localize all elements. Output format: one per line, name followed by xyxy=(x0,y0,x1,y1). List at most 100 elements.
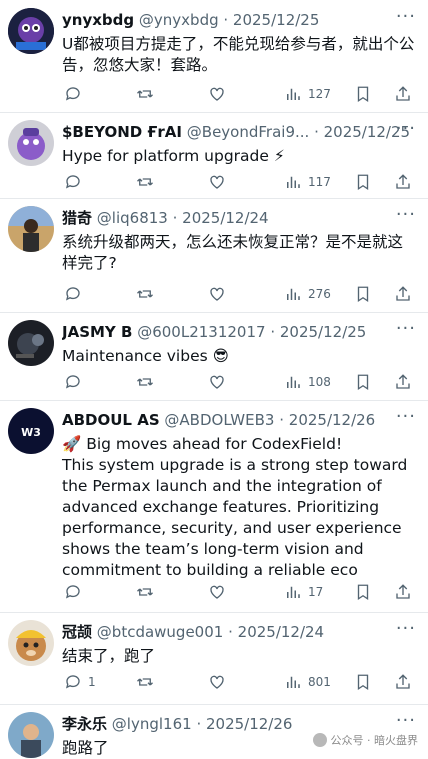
watermark-text: 公众号 · 暗火盘界 xyxy=(330,734,419,747)
bookmark-button[interactable] xyxy=(354,370,372,394)
tweet-header: JASMY B @600L21312017 · 2025/12/25 xyxy=(62,322,420,342)
avatar[interactable] xyxy=(8,620,54,666)
retweet-button[interactable] xyxy=(136,580,160,604)
display-name[interactable]: ABDOUL AS xyxy=(62,411,160,429)
tweet-text: Maintenance vibes 😎 xyxy=(62,347,229,365)
reply-button[interactable] xyxy=(64,580,88,604)
retweet-icon xyxy=(137,588,153,596)
views-button[interactable]: 276 xyxy=(284,282,331,306)
view-count: 117 xyxy=(308,175,331,189)
retweet-icon xyxy=(137,678,153,686)
retweet-button[interactable] xyxy=(136,282,160,306)
display-name[interactable]: JASMY B xyxy=(62,323,132,341)
views-button[interactable]: 17 xyxy=(284,580,323,604)
share-button[interactable] xyxy=(394,170,412,194)
like-button[interactable] xyxy=(208,670,232,694)
more-options-icon[interactable]: ··· xyxy=(396,406,416,427)
views-button[interactable]: 801 xyxy=(284,670,331,694)
tweet[interactable]: 猎奇 @liq6813 · 2025/12/24 ··· 系统升级都两天，怎么还… xyxy=(0,198,428,313)
tweet-header: $BEYOND ҒrAI @BeyondFrai9... · 2025/12/2… xyxy=(62,122,420,142)
share-button[interactable] xyxy=(394,370,412,394)
user-handle[interactable]: @liq6813 xyxy=(97,209,168,227)
retweet-button[interactable] xyxy=(136,170,160,194)
bookmark-button[interactable] xyxy=(354,82,372,106)
retweet-icon xyxy=(137,290,153,298)
views-icon xyxy=(287,88,300,100)
retweet-icon xyxy=(137,178,153,186)
tweet-date[interactable]: · 2025/12/25 xyxy=(223,11,319,29)
bookmark-button[interactable] xyxy=(354,170,372,194)
tweet[interactable]: ynyxbdg @ynyxbdg · 2025/12/25 ··· U都被项目方… xyxy=(0,0,428,113)
retweet-icon xyxy=(137,90,153,98)
share-button[interactable] xyxy=(394,82,412,106)
display-name[interactable]: 冠颉 xyxy=(62,623,92,641)
share-button[interactable] xyxy=(394,282,412,306)
tweet[interactable]: W3 ABDOUL AS @ABDOLWEB3 · 2025/12/26 ···… xyxy=(0,400,428,613)
like-button[interactable] xyxy=(208,370,232,394)
tweet[interactable]: $BEYOND ҒrAI @BeyondFrai9... · 2025/12/2… xyxy=(0,112,428,199)
heart-icon xyxy=(210,175,224,189)
like-button[interactable] xyxy=(208,170,232,194)
view-count: 276 xyxy=(308,287,331,301)
heart-icon xyxy=(210,87,224,101)
user-handle[interactable]: @BeyondFrai9... xyxy=(187,123,310,141)
bookmark-button[interactable] xyxy=(354,670,372,694)
share-button[interactable] xyxy=(394,670,412,694)
user-handle[interactable]: @lyngl161 xyxy=(112,715,192,733)
views-icon xyxy=(287,676,300,688)
heart-icon xyxy=(210,375,224,389)
display-name[interactable]: ynyxbdg xyxy=(62,11,134,29)
user-handle[interactable]: @btcdawuge001 xyxy=(97,623,224,641)
view-count: 127 xyxy=(308,87,331,101)
views-icon xyxy=(287,176,300,188)
reply-button[interactable] xyxy=(64,370,88,394)
user-handle[interactable]: @ABDOLWEB3 xyxy=(164,411,274,429)
share-button[interactable] xyxy=(394,580,412,604)
share-icon xyxy=(396,174,410,189)
user-handle[interactable]: @600L21312017 xyxy=(137,323,265,341)
like-button[interactable] xyxy=(208,282,232,306)
reply-button[interactable] xyxy=(64,282,88,306)
tweet-date[interactable]: · 2025/12/25 xyxy=(270,323,366,341)
bookmark-icon xyxy=(357,674,369,691)
avatar[interactable] xyxy=(8,712,54,758)
svg-text:W3: W3 xyxy=(21,426,41,439)
tweet-date[interactable]: · 2025/12/26 xyxy=(196,715,292,733)
reply-button[interactable] xyxy=(64,170,88,194)
tweet[interactable]: 冠颉 @btcdawuge001 · 2025/12/24 ··· 结束了，跑了… xyxy=(0,612,428,705)
display-name[interactable]: 李永乐 xyxy=(62,715,107,733)
avatar[interactable] xyxy=(8,8,54,54)
avatar[interactable] xyxy=(8,120,54,166)
avatar[interactable] xyxy=(8,320,54,366)
display-name[interactable]: 猎奇 xyxy=(62,209,92,227)
like-button[interactable] xyxy=(208,82,232,106)
views-button[interactable]: 127 xyxy=(284,82,331,106)
more-options-icon[interactable]: ··· xyxy=(396,318,416,339)
display-name[interactable]: $BEYOND ҒrAI xyxy=(62,123,182,141)
retweet-button[interactable] xyxy=(136,370,160,394)
more-options-icon[interactable]: ··· xyxy=(396,618,416,639)
views-button[interactable]: 117 xyxy=(284,170,331,194)
bookmark-button[interactable] xyxy=(354,580,372,604)
bookmark-icon xyxy=(357,174,369,191)
more-options-icon[interactable]: ··· xyxy=(396,118,416,139)
bookmark-button[interactable] xyxy=(354,282,372,306)
reply-button[interactable]: 1 xyxy=(64,670,96,694)
action-bar: 276 xyxy=(58,282,416,306)
avatar[interactable] xyxy=(8,206,54,252)
bookmark-icon xyxy=(357,86,369,103)
more-options-icon[interactable]: ··· xyxy=(396,204,416,225)
views-button[interactable]: 108 xyxy=(284,370,331,394)
tweet[interactable]: JASMY B @600L21312017 · 2025/12/25 ··· M… xyxy=(0,312,428,401)
user-handle[interactable]: @ynyxbdg xyxy=(139,11,219,29)
reply-button[interactable] xyxy=(64,82,88,106)
tweet-date[interactable]: · 2025/12/24 xyxy=(173,209,269,227)
more-options-icon[interactable]: ··· xyxy=(396,6,416,27)
tweet-date[interactable]: · 2025/12/26 xyxy=(279,411,375,429)
retweet-button[interactable] xyxy=(136,670,160,694)
more-options-icon[interactable]: ··· xyxy=(396,710,416,731)
like-button[interactable] xyxy=(208,580,232,604)
avatar[interactable]: W3 xyxy=(8,408,54,454)
tweet-date[interactable]: · 2025/12/24 xyxy=(228,623,324,641)
retweet-button[interactable] xyxy=(136,82,160,106)
